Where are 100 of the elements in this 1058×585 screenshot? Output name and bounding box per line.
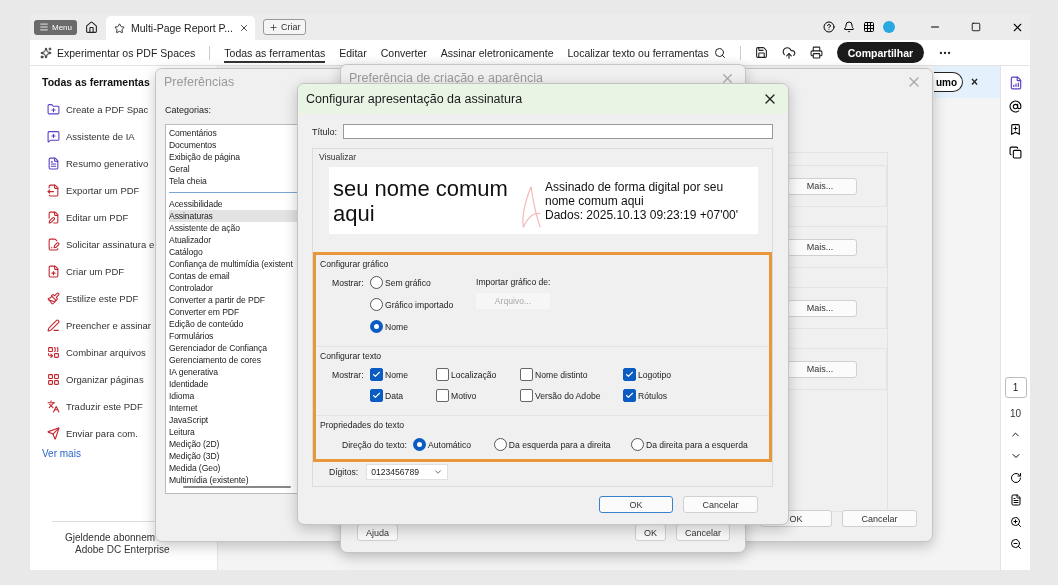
- category-item[interactable]: Gerenciamento de cores: [169, 353, 299, 366]
- direction-radio[interactable]: Automático: [413, 438, 494, 451]
- summary-button[interactable]: umo: [934, 72, 964, 92]
- file-export-icon: [47, 183, 60, 197]
- category-item[interactable]: Documentos: [169, 139, 299, 151]
- cancel-button[interactable]: Cancelar: [683, 496, 758, 513]
- category-item[interactable]: JavaScript: [169, 413, 299, 426]
- file-signature-icon: [47, 237, 60, 251]
- grid-icon: [47, 372, 60, 386]
- maximize-icon[interactable]: [971, 22, 981, 32]
- category-item[interactable]: Medição (2D): [169, 437, 299, 450]
- pen-icon: [47, 318, 60, 332]
- menu-button[interactable]: Menu: [34, 19, 77, 35]
- subscription-text: Gjeldende abonnem: [65, 532, 156, 544]
- file-pen-icon: [47, 210, 60, 224]
- spaces-button[interactable]: Experimentar os PDF Spaces: [40, 46, 196, 59]
- toolbar-tab[interactable]: Editar: [339, 42, 367, 63]
- page-total: 10: [1009, 408, 1022, 419]
- cloud-upload-icon[interactable]: [781, 45, 796, 60]
- save-icon[interactable]: [754, 46, 768, 59]
- text-checkbox[interactable]: Data: [370, 389, 436, 402]
- file-plus-icon: [47, 264, 60, 278]
- category-item[interactable]: Converter em PDF: [169, 305, 299, 318]
- page-number-field[interactable]: 1: [1004, 377, 1027, 398]
- category-item[interactable]: Formulários: [169, 329, 299, 342]
- category-item[interactable]: Contas de email: [169, 269, 299, 282]
- plus-icon: [268, 22, 278, 32]
- apps-icon[interactable]: [863, 21, 875, 33]
- category-item[interactable]: Assinaturas: [169, 209, 299, 222]
- toolbar-tab[interactable]: Assinar eletronicamente: [440, 42, 554, 63]
- category-item[interactable]: Geral: [169, 163, 299, 175]
- pages-icon[interactable]: [1009, 146, 1022, 159]
- category-item[interactable]: Catálogo: [169, 245, 299, 258]
- category-item[interactable]: Controlador: [169, 281, 299, 294]
- group-label: Visualizar: [318, 151, 358, 162]
- graphic-radio[interactable]: Nome: [370, 320, 476, 333]
- text-checkbox[interactable]: Logotipo: [623, 368, 723, 381]
- toolbar-tab[interactable]: Converter: [380, 42, 427, 63]
- category-item[interactable]: Acessibilidade: [169, 197, 299, 210]
- text-checkbox[interactable]: Versão do Adobe: [520, 389, 623, 402]
- text-checkbox[interactable]: Rótulos: [623, 389, 723, 402]
- home-icon[interactable]: [85, 20, 98, 34]
- category-item[interactable]: Assistente de ação: [169, 221, 299, 234]
- category-item[interactable]: Identidade: [169, 377, 299, 390]
- signature-detail: nome comum aqui: [545, 193, 645, 208]
- document-tab[interactable]: Multi-Page Report P...: [106, 16, 255, 40]
- rotate-icon[interactable]: [1009, 472, 1022, 484]
- search-icon: [713, 46, 726, 59]
- section-heading: Propriedades do texto: [320, 420, 406, 430]
- toolbar-tab[interactable]: Todas as ferramentas: [224, 42, 326, 63]
- category-item[interactable]: Medida (Geo): [169, 461, 299, 474]
- text-checkbox[interactable]: Localização: [436, 368, 520, 381]
- category-item[interactable]: Atualizador: [169, 233, 299, 246]
- category-item[interactable]: Internet: [169, 401, 299, 414]
- dialog-title: Preferência de criação e aparência: [349, 71, 543, 85]
- zoom-out-icon[interactable]: [1009, 538, 1022, 550]
- text-checkbox[interactable]: Motivo: [436, 389, 520, 402]
- document-icon[interactable]: [1009, 494, 1022, 506]
- category-item[interactable]: Confiança de multimídia (existent: [169, 257, 299, 270]
- create-button[interactable]: Criar: [262, 19, 307, 35]
- graphic-radio[interactable]: Gráfico importado: [370, 298, 476, 311]
- scrollbar[interactable]: [183, 485, 291, 488]
- printer-icon[interactable]: [809, 46, 823, 59]
- digits-dropdown[interactable]: 0123456789: [366, 464, 449, 480]
- category-item[interactable]: Gerenciador de Confiança: [169, 341, 299, 354]
- category-item[interactable]: Multimídia (existente): [169, 473, 299, 486]
- category-item[interactable]: Leitura: [169, 425, 299, 438]
- category-item[interactable]: IA generativa: [169, 365, 299, 378]
- bell-icon[interactable]: [843, 21, 855, 33]
- category-item[interactable]: Exibição de página: [169, 151, 299, 163]
- category-item[interactable]: Idioma: [169, 389, 299, 402]
- share-button[interactable]: Compartilhar: [836, 42, 925, 63]
- send-icon: [47, 426, 60, 440]
- text-checkbox[interactable]: Nome: [370, 368, 436, 381]
- bookmark-icon[interactable]: [1009, 123, 1022, 136]
- menu-icon: [39, 22, 49, 32]
- close-icon[interactable]: [238, 23, 249, 33]
- category-item[interactable]: Converter a partir de PDF: [169, 293, 299, 306]
- direction-radio[interactable]: Da direita para a esquerda: [630, 438, 769, 451]
- category-item[interactable]: Edição de conteúdo: [169, 317, 299, 330]
- graphic-radio[interactable]: Sem gráfico: [370, 276, 476, 289]
- zoom-in-icon[interactable]: [1009, 516, 1022, 528]
- direction-radio[interactable]: Da esquerda para a direita: [493, 438, 631, 451]
- text-checkbox[interactable]: Nome distinto: [520, 368, 623, 381]
- subscription-text: Adobe DC Enterprise: [74, 544, 170, 556]
- title-field[interactable]: [343, 124, 773, 139]
- category-item[interactable]: Tela cheia: [169, 175, 299, 187]
- help-icon[interactable]: [823, 21, 835, 33]
- search-button[interactable]: Localizar texto ou ferramentas: [567, 46, 726, 59]
- title-label: Título:: [312, 126, 337, 137]
- star-icon: [114, 22, 125, 34]
- ok-button[interactable]: OK: [599, 496, 673, 513]
- category-item[interactable]: Medição (3D): [169, 449, 299, 462]
- combine-icon: [47, 345, 60, 359]
- signature-detail: Assinado de forma digital por seu: [545, 179, 725, 194]
- close-button[interactable]: ×: [971, 75, 979, 89]
- category-item[interactable]: Comentários: [169, 127, 299, 139]
- check-icon: [372, 391, 381, 400]
- show-label: Mostrar:: [332, 277, 365, 290]
- cancel-button[interactable]: Cancelar: [842, 510, 917, 527]
